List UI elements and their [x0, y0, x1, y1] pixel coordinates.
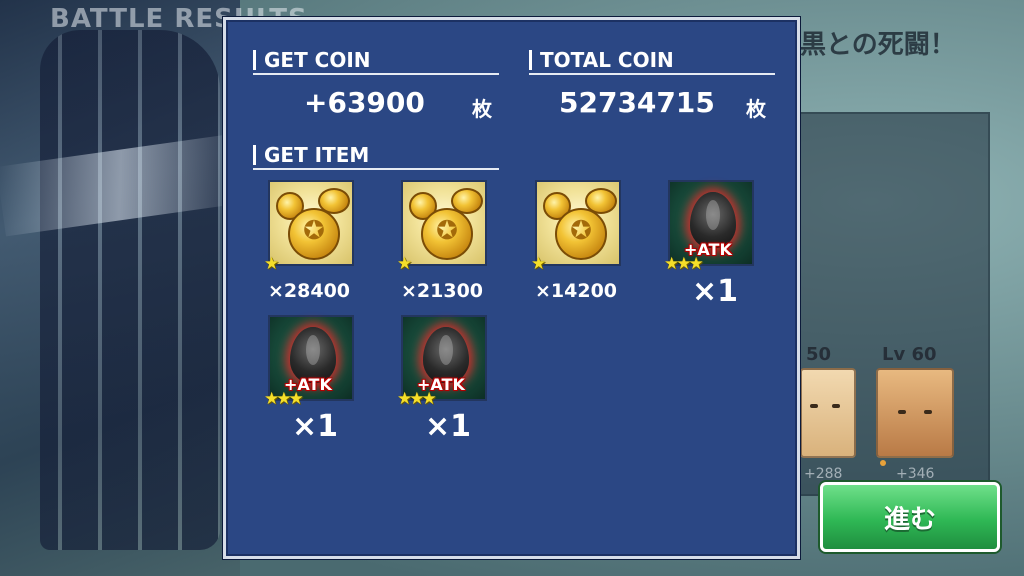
coin-icon: ✪ [401, 180, 487, 266]
item-quantity: ×1 [425, 409, 472, 444]
eye-icon [832, 404, 840, 408]
level-value: 60 [911, 344, 937, 365]
star-icon: ★ [397, 254, 412, 274]
get-coin-value: +63900 [304, 86, 425, 119]
get-coin-header: GET COIN [253, 47, 499, 75]
star-icon: ★ [276, 389, 291, 409]
proceed-button[interactable]: 進む [820, 482, 1000, 552]
star-icon: ★ [264, 389, 279, 409]
coin-icon: ✪ [535, 180, 621, 266]
total-coin-value: 52734715 [559, 86, 715, 119]
rarity-stars: ★★★ [397, 389, 437, 409]
total-coin-header: TOTAL COIN [529, 47, 775, 75]
header-bar [529, 50, 532, 70]
coin-icon: ✪ [555, 208, 607, 260]
eye-icon [898, 410, 906, 414]
star-icon: ★ [664, 254, 679, 274]
total-coin-label: TOTAL COIN [540, 48, 674, 72]
character-portrait-boy [876, 368, 954, 458]
star-icon: ★ [397, 389, 412, 409]
rarity-stars: ★ [531, 254, 546, 274]
character-artwork [0, 0, 244, 576]
coin-icon: ✪ [421, 208, 473, 260]
item-quantity: ×1 [692, 274, 739, 309]
item-quantity: ×21300 [401, 280, 484, 302]
rarity-stars: ★★★ [264, 389, 304, 409]
eye-icon [924, 410, 932, 414]
item-quantity: ×28400 [268, 280, 351, 302]
exp-indicator-icon [880, 460, 886, 466]
results-dialog: GET COIN +63900 枚 TOTAL COIN 52734715 枚 … [223, 17, 800, 559]
star-icon: ★ [531, 254, 546, 274]
star-icon: ★ [264, 254, 279, 274]
rarity-stars: ★ [397, 254, 412, 274]
get-item-header: GET ITEM [253, 142, 499, 170]
rarity-stars: ★ [264, 254, 279, 274]
get-coin-label: GET COIN [264, 48, 371, 72]
get-item-label: GET ITEM [264, 143, 370, 167]
character-portrait-cat [800, 368, 856, 458]
coin-icon: ✪ [288, 208, 340, 260]
stage-title: 黒との死闘！ [800, 30, 956, 60]
star-icon: ★ [421, 389, 437, 409]
rarity-stars: ★★★ [664, 254, 704, 274]
character-level-2: Lv 60 [882, 344, 937, 365]
star-icon: ★ [688, 254, 704, 274]
level-prefix: Lv [882, 344, 906, 365]
star-icon: ★ [409, 389, 424, 409]
item-quantity: ×1 [292, 409, 339, 444]
character-exp: +288 [804, 466, 843, 482]
item-quantity: ×14200 [535, 280, 618, 302]
header-bar [253, 145, 256, 165]
coin-icon: ✪ [268, 180, 354, 266]
star-icon: ★ [676, 254, 691, 274]
header-bar [253, 50, 256, 70]
character-exp-2: +346 [896, 466, 935, 482]
character-robe [40, 30, 220, 550]
eye-icon [810, 404, 818, 408]
get-coin-unit: 枚 [472, 97, 492, 121]
star-icon: ★ [288, 389, 304, 409]
total-coin-unit: 枚 [746, 97, 766, 121]
character-level: 50 [806, 344, 832, 365]
